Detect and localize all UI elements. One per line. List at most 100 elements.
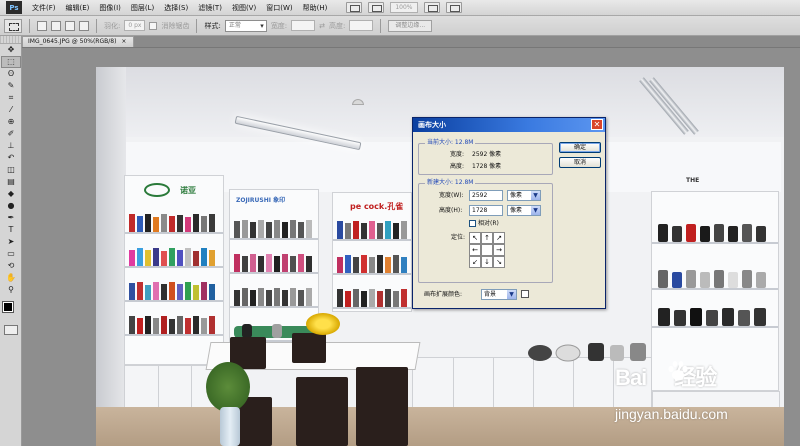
noah-logo	[144, 183, 170, 197]
current-height-label: 高度:	[450, 163, 465, 170]
width-label: 宽度:	[270, 21, 288, 30]
shape-tool-icon[interactable]: ▭	[1, 248, 21, 260]
blur-tool-icon[interactable]: ◆	[1, 188, 21, 200]
foreground-color-swatch[interactable]	[2, 301, 14, 313]
lasso-tool-icon[interactable]: ʘ	[1, 68, 21, 80]
divider	[380, 18, 382, 33]
dodge-tool-icon[interactable]: ●	[1, 200, 21, 212]
anchor-bottom-right[interactable]: ↘	[493, 256, 505, 268]
application-bar: 100%	[346, 2, 462, 13]
crop-tool-icon[interactable]: ⌗	[1, 92, 21, 104]
cancel-button[interactable]: 取消	[559, 157, 601, 168]
anchor-top[interactable]: ↑	[481, 232, 493, 244]
new-size-label: 新建大小: 12.8M	[425, 179, 476, 187]
eyedropper-tool-icon[interactable]: ⁄	[1, 104, 21, 116]
width-unit-select[interactable]: 像素 ▼	[507, 190, 541, 201]
anchor-label: 定位:	[451, 234, 466, 241]
eraser-tool-icon[interactable]: ◫	[1, 164, 21, 176]
document-tab[interactable]: IMG_0645.JPG @ 50%(RGB/8) ×	[22, 36, 134, 47]
add-to-selection-icon[interactable]	[51, 20, 61, 31]
photo-left-wall	[96, 67, 126, 446]
close-icon[interactable]: ✕	[591, 119, 603, 130]
type-tool-icon[interactable]: T	[1, 224, 21, 236]
anchor-bottom[interactable]: ↓	[481, 256, 493, 268]
antialias-label: 消除锯齿	[161, 21, 190, 30]
3d-rotate-icon[interactable]: ⟲	[1, 260, 21, 272]
new-selection-icon[interactable]	[37, 20, 47, 31]
view-extras-button[interactable]	[368, 2, 385, 13]
launch-bridge-button[interactable]	[346, 2, 363, 13]
menu-help[interactable]: 帮助(H)	[298, 0, 333, 16]
menu-window[interactable]: 窗口(W)	[261, 0, 297, 16]
path-select-icon[interactable]: ➤	[1, 236, 21, 248]
dialog-title: 画布大小	[418, 121, 446, 129]
new-height-input[interactable]: 1728	[469, 205, 503, 216]
gradient-tool-icon[interactable]: ▤	[1, 176, 21, 188]
menu-view[interactable]: 视图(V)	[227, 0, 261, 16]
new-height-label: 高度(H):	[439, 207, 463, 214]
feather-label: 羽化:	[104, 21, 121, 30]
arrange-documents-button[interactable]	[423, 2, 440, 13]
divider	[96, 18, 97, 33]
intersect-selection-icon[interactable]	[79, 20, 89, 31]
height-unit-select[interactable]: 像素 ▼	[507, 205, 541, 216]
smoke-detector	[352, 99, 364, 105]
color-swatches[interactable]	[0, 300, 21, 322]
menu-image[interactable]: 图像(I)	[94, 0, 126, 16]
anchor-right[interactable]: →	[493, 244, 505, 256]
marquee-tool-preset-icon[interactable]	[4, 18, 22, 33]
extension-color-swatch[interactable]	[521, 290, 529, 298]
anchor-top-right[interactable]: ↗	[493, 232, 505, 244]
bottle-row	[129, 214, 215, 232]
anchor-left[interactable]: ←	[469, 244, 481, 256]
photoshop-logo: Ps	[6, 1, 22, 14]
chevron-down-icon: ▼	[531, 191, 540, 200]
relative-checkbox[interactable]	[469, 220, 476, 227]
close-tab-icon[interactable]: ×	[121, 38, 126, 45]
anchor-bottom-left[interactable]: ↙	[469, 256, 481, 268]
brush-tool-icon[interactable]: ✐	[1, 128, 21, 140]
anchor-grid: ↖ ↑ ↗ ← → ↙ ↓ ↘	[469, 232, 505, 268]
current-width-label: 宽度:	[450, 151, 465, 158]
refine-edge-button[interactable]: 调整边缘...	[388, 19, 433, 32]
extension-color-select[interactable]: 背景 ▼	[481, 289, 517, 300]
ok-button[interactable]: 确定	[559, 142, 601, 153]
marquee-tool-icon[interactable]: ⬚	[1, 56, 21, 68]
history-brush-icon[interactable]: ↶	[1, 152, 21, 164]
hand-tool-icon[interactable]: ✋	[1, 272, 21, 284]
new-width-input[interactable]: 2592	[469, 190, 503, 201]
menu-filter[interactable]: 滤镜(T)	[193, 0, 227, 16]
dialog-title-bar[interactable]: 画布大小 ✕	[413, 118, 605, 132]
sign-noah: 诺亚	[180, 186, 196, 195]
watermark-url: jingyan.baidu.com	[615, 406, 728, 422]
current-width-value: 2592 像素	[472, 151, 502, 158]
quick-mask-icon[interactable]	[4, 325, 18, 335]
subtract-selection-icon[interactable]	[65, 20, 75, 31]
quick-select-tool-icon[interactable]: ✎	[1, 80, 21, 92]
clone-stamp-icon[interactable]: ⊥	[1, 140, 21, 152]
healing-brush-icon[interactable]: ⊕	[1, 116, 21, 128]
move-tool-icon[interactable]: ✥	[1, 44, 21, 56]
screen-mode-button[interactable]	[445, 2, 462, 13]
toolbox: ✥ ⬚ ʘ ✎ ⌗ ⁄ ⊕ ✐ ⊥ ↶ ◫ ▤ ◆ ● ✒ T ➤ ▭ ⟲ ✋ …	[0, 36, 22, 446]
feather-input[interactable]: 0 px	[124, 20, 146, 31]
toolbox-grip[interactable]	[0, 36, 21, 44]
menu-file[interactable]: 文件(F)	[27, 0, 61, 16]
antialias-checkbox[interactable]	[149, 21, 158, 30]
pen-tool-icon[interactable]: ✒	[1, 212, 21, 224]
menu-bar: Ps 文件(F) 编辑(E) 图像(I) 图层(L) 选择(S) 滤镜(T) 视…	[0, 0, 800, 16]
width-input[interactable]	[291, 20, 316, 31]
zoom-level-field[interactable]: 100%	[390, 2, 418, 13]
anchor-top-left[interactable]: ↖	[469, 232, 481, 244]
anchor-center[interactable]	[481, 244, 493, 256]
plant-pot	[220, 407, 240, 446]
zoom-tool-icon[interactable]: ⚲	[1, 284, 21, 296]
menu-edit[interactable]: 编辑(E)	[61, 0, 95, 16]
height-input[interactable]	[349, 20, 374, 31]
menu-select[interactable]: 选择(S)	[159, 0, 193, 16]
new-width-label: 宽度(W):	[439, 192, 464, 199]
flower-vase	[306, 313, 340, 335]
swap-icon[interactable]: ⇄	[319, 22, 325, 30]
menu-layer[interactable]: 图层(L)	[126, 0, 159, 16]
style-select[interactable]: 正常	[224, 19, 267, 32]
